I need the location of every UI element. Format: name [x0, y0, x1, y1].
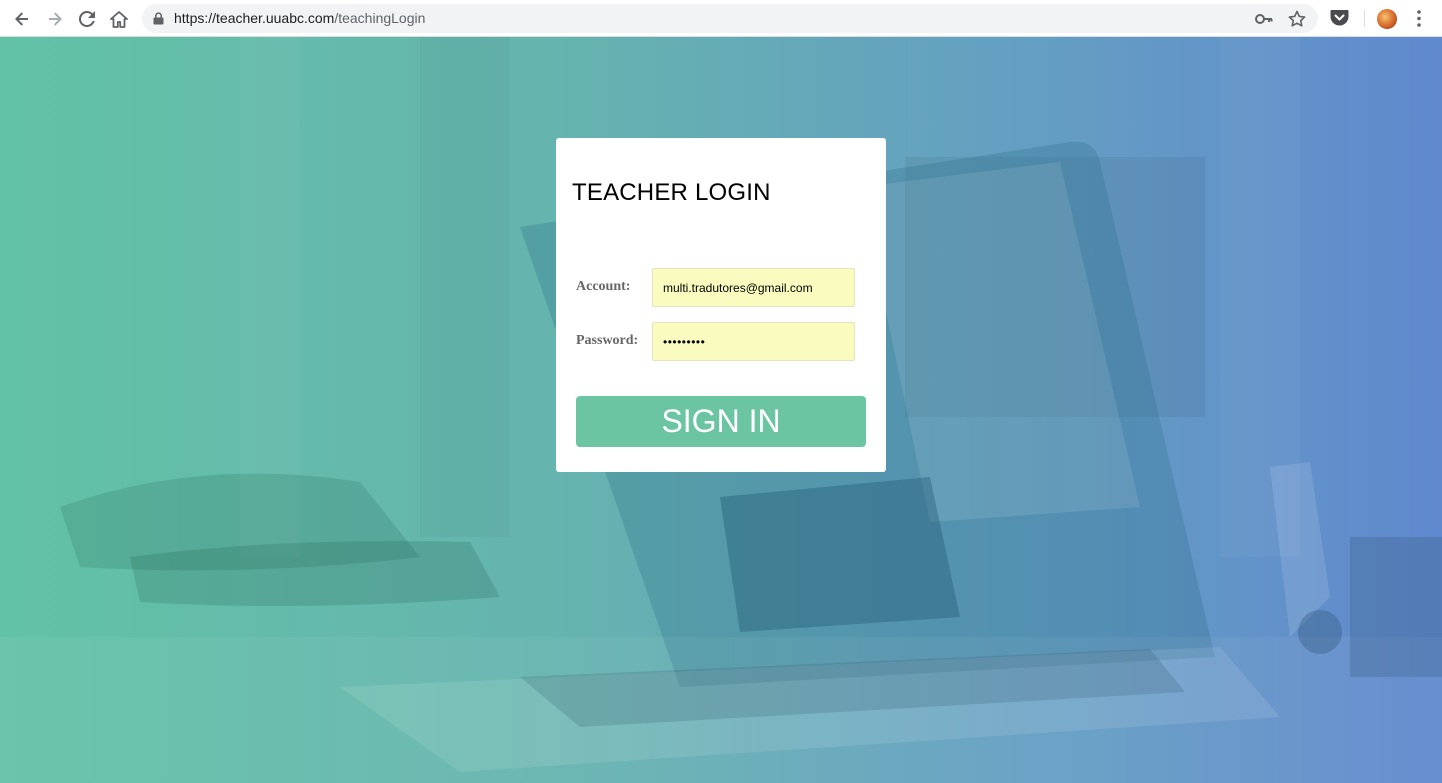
lock-icon	[153, 12, 164, 25]
login-title: TEACHER LOGIN	[572, 179, 771, 206]
url-path: /teachingLogin	[334, 10, 426, 26]
home-icon	[110, 10, 128, 28]
account-label: Account:	[576, 279, 631, 294]
forward-arrow-icon	[49, 12, 62, 26]
toolbar-divider	[1364, 10, 1365, 27]
back-button[interactable]	[9, 6, 35, 32]
login-page: TEACHER LOGIN Account: Password: SIGN IN	[0, 37, 1442, 783]
back-arrow-icon	[15, 12, 28, 26]
sign-in-button[interactable]: SIGN IN	[576, 396, 866, 447]
more-vert-icon[interactable]	[1411, 9, 1427, 28]
forward-button[interactable]	[42, 6, 68, 32]
star-icon[interactable]	[1288, 10, 1306, 27]
pocket-icon[interactable]	[1330, 9, 1349, 26]
address-bar[interactable]: https://teacher.uuabc.com/teachingLogin	[142, 4, 1318, 33]
profile-avatar[interactable]	[1377, 9, 1397, 29]
key-icon[interactable]	[1255, 11, 1273, 27]
home-button[interactable]	[106, 6, 132, 32]
account-input[interactable]	[652, 268, 855, 307]
reload-button[interactable]	[74, 6, 100, 32]
reload-icon	[79, 11, 95, 27]
url-host: https://teacher.uuabc.com	[174, 10, 335, 26]
password-input[interactable]	[652, 322, 855, 361]
login-card: TEACHER LOGIN Account: Password: SIGN IN	[556, 138, 886, 472]
password-label: Password:	[576, 333, 639, 348]
browser-toolbar: https://teacher.uuabc.com/teachingLogin	[0, 0, 1442, 37]
url-text: https://teacher.uuabc.com/teachingLogin	[174, 10, 425, 27]
